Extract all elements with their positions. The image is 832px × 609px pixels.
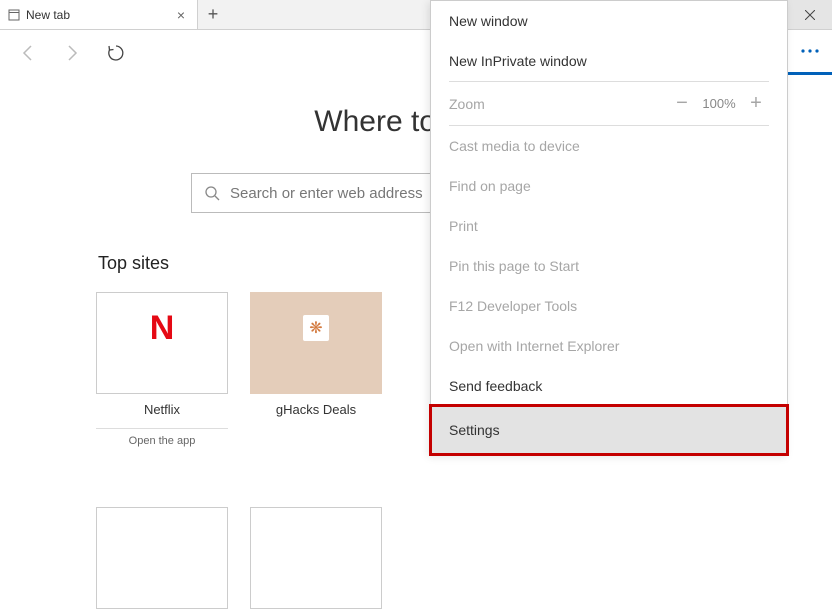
menu-find[interactable]: Find on page [431, 166, 787, 206]
menu-print[interactable]: Print [431, 206, 787, 246]
zoom-in-button[interactable]: + [743, 92, 769, 115]
menu-new-inprivate[interactable]: New InPrivate window [431, 41, 787, 81]
menu-pin[interactable]: Pin this page to Start [431, 246, 787, 286]
menu-open-ie[interactable]: Open with Internet Explorer [431, 326, 787, 366]
tab-close-button[interactable]: × [173, 7, 189, 23]
netflix-icon: N [143, 309, 181, 347]
more-menu-button[interactable] [787, 30, 832, 75]
tile-empty[interactable] [96, 507, 228, 609]
search-icon [204, 185, 220, 201]
menu-feedback[interactable]: Send feedback [431, 366, 787, 406]
browser-tab[interactable]: New tab × [0, 0, 198, 29]
zoom-value: 100% [695, 96, 743, 111]
window-close-button[interactable] [787, 0, 832, 29]
menu-settings[interactable]: Settings [431, 406, 787, 454]
zoom-label: Zoom [449, 96, 669, 112]
tile-label: gHacks Deals [250, 402, 382, 417]
refresh-button[interactable] [104, 41, 128, 65]
menu-new-window[interactable]: New window [431, 1, 787, 41]
search-placeholder: Search or enter web address [230, 185, 423, 202]
tile-label: Netflix [96, 402, 228, 417]
forward-button[interactable] [60, 41, 84, 65]
menu-zoom-row: Zoom − 100% + [431, 82, 787, 125]
back-button[interactable] [16, 41, 40, 65]
new-tab-button[interactable]: + [198, 0, 228, 29]
more-menu: New window New InPrivate window Zoom − 1… [430, 0, 788, 455]
tab-title: New tab [26, 8, 173, 22]
tile-ghacks[interactable]: ❋ [250, 292, 382, 394]
menu-cast[interactable]: Cast media to device [431, 126, 787, 166]
tab-page-icon [8, 9, 20, 21]
ghacks-icon: ❋ [297, 309, 335, 347]
tile-netflix[interactable]: N [96, 292, 228, 394]
menu-devtools[interactable]: F12 Developer Tools [431, 286, 787, 326]
zoom-out-button[interactable]: − [669, 92, 695, 115]
tile-open-app[interactable]: Open the app [96, 428, 228, 453]
tile-empty[interactable] [250, 507, 382, 609]
